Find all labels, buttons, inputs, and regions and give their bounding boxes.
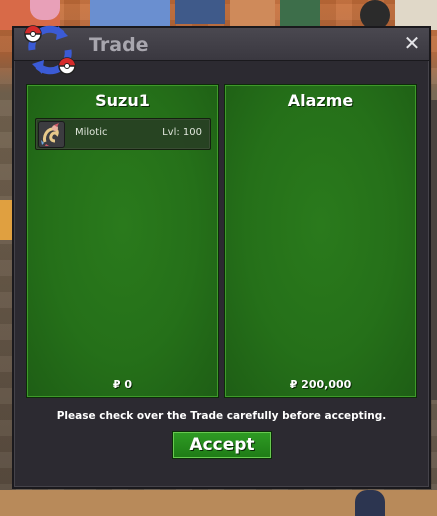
money-offer-partner: ₽ 200,000 bbox=[289, 378, 352, 391]
pokemon-level: Lvl: 100 bbox=[162, 127, 202, 138]
offer-panel-partner: Alazme ₽ 200,000 bbox=[224, 84, 417, 398]
money-offer-self: ₽ 0 bbox=[112, 378, 133, 391]
trade-notice: Please check over the Trade carefully be… bbox=[56, 410, 387, 422]
accept-button[interactable]: Accept bbox=[172, 431, 272, 459]
pokemon-name: Milotic bbox=[75, 127, 108, 138]
world-tile bbox=[0, 200, 12, 240]
world-tile bbox=[175, 0, 225, 24]
window-title: Trade bbox=[89, 34, 149, 56]
trade-item-slot[interactable]: Milotic Lvl: 100 bbox=[35, 118, 211, 150]
trade-swap-icon bbox=[24, 25, 76, 75]
player-name: Suzu1 bbox=[95, 91, 150, 110]
npc-character bbox=[30, 0, 60, 20]
world-tile bbox=[230, 0, 275, 26]
world-tile bbox=[90, 0, 170, 26]
milotic-sprite-icon bbox=[38, 121, 65, 148]
trade-window: Trade ✕ Suzu1 Milotic Lvl: 100 ₽ 0 Alazm… bbox=[12, 25, 431, 489]
npc-character bbox=[355, 490, 385, 516]
partner-name: Alazme bbox=[287, 91, 354, 110]
close-icon[interactable]: ✕ bbox=[403, 33, 421, 53]
offer-panel-self[interactable]: Suzu1 Milotic Lvl: 100 ₽ 0 bbox=[26, 84, 219, 398]
